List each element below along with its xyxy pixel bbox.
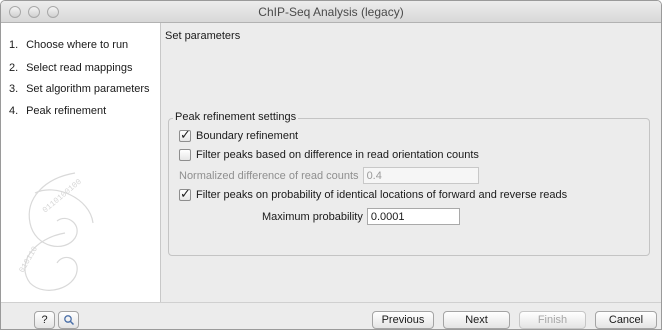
checkmark-icon: ✓ — [180, 186, 191, 201]
normalized-difference-input[interactable] — [362, 167, 479, 184]
step-choose-where-to-run: 1. Choose where to run — [9, 39, 128, 51]
page-heading: Set parameters — [165, 30, 241, 42]
step-label: Choose where to run — [26, 39, 129, 51]
checkmark-icon: ✓ — [180, 127, 191, 142]
question-mark-icon: ? — [41, 314, 48, 326]
previous-button[interactable]: Previous — [372, 311, 434, 329]
parameters-panel: Set parameters Peak refinement settings … — [162, 23, 661, 302]
title-bar: ChIP-Seq Analysis (legacy) — [1, 1, 661, 23]
next-button[interactable]: Next — [443, 311, 510, 329]
step-label: Select read mappings — [26, 62, 133, 74]
wizard-button-bar: ? Previous Next Finish Cancel — [1, 302, 661, 329]
wizard-window: ChIP-Seq Analysis (legacy) 1. Choose whe… — [0, 0, 662, 330]
window-title: ChIP-Seq Analysis (legacy) — [258, 5, 404, 19]
step-number: 3. — [9, 83, 19, 95]
step-peak-refinement: 4. Peak refinement — [9, 105, 106, 117]
normalized-difference-row: Normalized difference of read counts — [179, 167, 479, 184]
step-number: 4. — [9, 105, 19, 117]
search-button[interactable] — [58, 311, 79, 329]
magnifier-icon — [63, 315, 74, 326]
help-button[interactable]: ? — [34, 311, 55, 329]
boundary-refinement-option[interactable]: ✓ Boundary refinement — [179, 127, 299, 142]
filter-probability-option[interactable]: ✓ Filter peaks on probability of identic… — [179, 186, 568, 201]
boundary-refinement-checkbox[interactable]: ✓ — [179, 127, 191, 142]
normalized-difference-label: Normalized difference of read counts — [179, 169, 359, 182]
step-label: Peak refinement — [26, 105, 107, 117]
maximum-probability-row: Maximum probability — [262, 208, 460, 225]
step-number: 1. — [9, 39, 19, 51]
filter-orientation-option[interactable]: Filter peaks based on difference in read… — [179, 149, 479, 161]
filter-orientation-checkbox[interactable] — [179, 149, 191, 161]
boundary-refinement-label: Boundary refinement — [196, 130, 299, 142]
filter-orientation-label: Filter peaks based on difference in read… — [196, 149, 479, 161]
filter-probability-checkbox[interactable]: ✓ — [179, 186, 191, 201]
finish-button[interactable]: Finish — [519, 311, 586, 329]
maximum-probability-label: Maximum probability — [262, 210, 363, 223]
svg-text:010110: 010110 — [18, 245, 40, 275]
wizard-steps-sidebar: 1. Choose where to run 2. Select read ma… — [1, 23, 161, 302]
step-number: 2. — [9, 62, 19, 74]
cancel-button[interactable]: Cancel — [595, 311, 657, 329]
group-title: Peak refinement settings — [173, 111, 299, 123]
peak-refinement-settings-group: Peak refinement settings ✓ Boundary refi… — [168, 111, 650, 256]
step-set-algorithm-parameters: 3. Set algorithm parameters — [9, 83, 150, 95]
maximum-probability-input[interactable] — [366, 208, 460, 225]
clc-spiral-logo: 0110100100 010110 — [18, 172, 94, 291]
step-label: Set algorithm parameters — [26, 83, 150, 95]
filter-probability-label: Filter peaks on probability of identical… — [196, 189, 568, 201]
step-select-read-mappings: 2. Select read mappings — [9, 62, 132, 74]
